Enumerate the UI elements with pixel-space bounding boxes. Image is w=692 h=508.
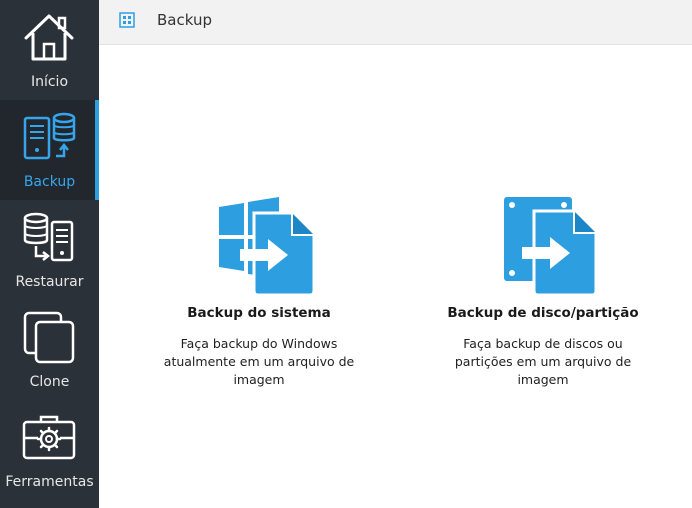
card-title: Backup do sistema	[187, 305, 331, 321]
sidebar-item-label: Ferramentas	[5, 474, 94, 490]
sidebar-item-ferramentas[interactable]: Ferramentas	[0, 400, 99, 500]
sidebar-item-label: Início	[30, 74, 69, 90]
backup-icon	[23, 112, 76, 160]
system-backup-icon	[219, 197, 314, 297]
page-title: Backup	[157, 11, 212, 29]
sidebar-item-label: Restaurar	[15, 274, 84, 290]
header-bar: Backup	[99, 0, 692, 45]
sidebar: Início Backup Restaurar Clone Ferramenta…	[0, 0, 99, 508]
disk-backup-card[interactable]: Backup de disco/partição Faça backup de …	[418, 195, 668, 389]
card-description: Faça backup de discos ou partições em um…	[454, 336, 632, 387]
sidebar-item-backup[interactable]: Backup	[0, 100, 99, 200]
sidebar-item-label: Clone	[29, 374, 70, 390]
grid-icon	[119, 12, 135, 28]
sidebar-item-clone[interactable]: Clone	[0, 300, 99, 400]
toolbox-icon	[22, 415, 76, 460]
sidebar-item-label: Backup	[23, 174, 76, 190]
card-title: Backup de disco/partição	[447, 305, 639, 321]
home-icon	[24, 14, 74, 61]
disk-backup-icon	[504, 197, 598, 297]
restore-icon	[23, 212, 74, 262]
card-description: Faça backup do Windows atualmente em um …	[163, 336, 355, 387]
sidebar-item-inicio[interactable]: Início	[0, 0, 99, 100]
clone-icon	[23, 311, 75, 364]
sidebar-item-restaurar[interactable]: Restaurar	[0, 200, 99, 300]
system-backup-card[interactable]: Backup do sistema Faça backup do Windows…	[134, 195, 384, 389]
